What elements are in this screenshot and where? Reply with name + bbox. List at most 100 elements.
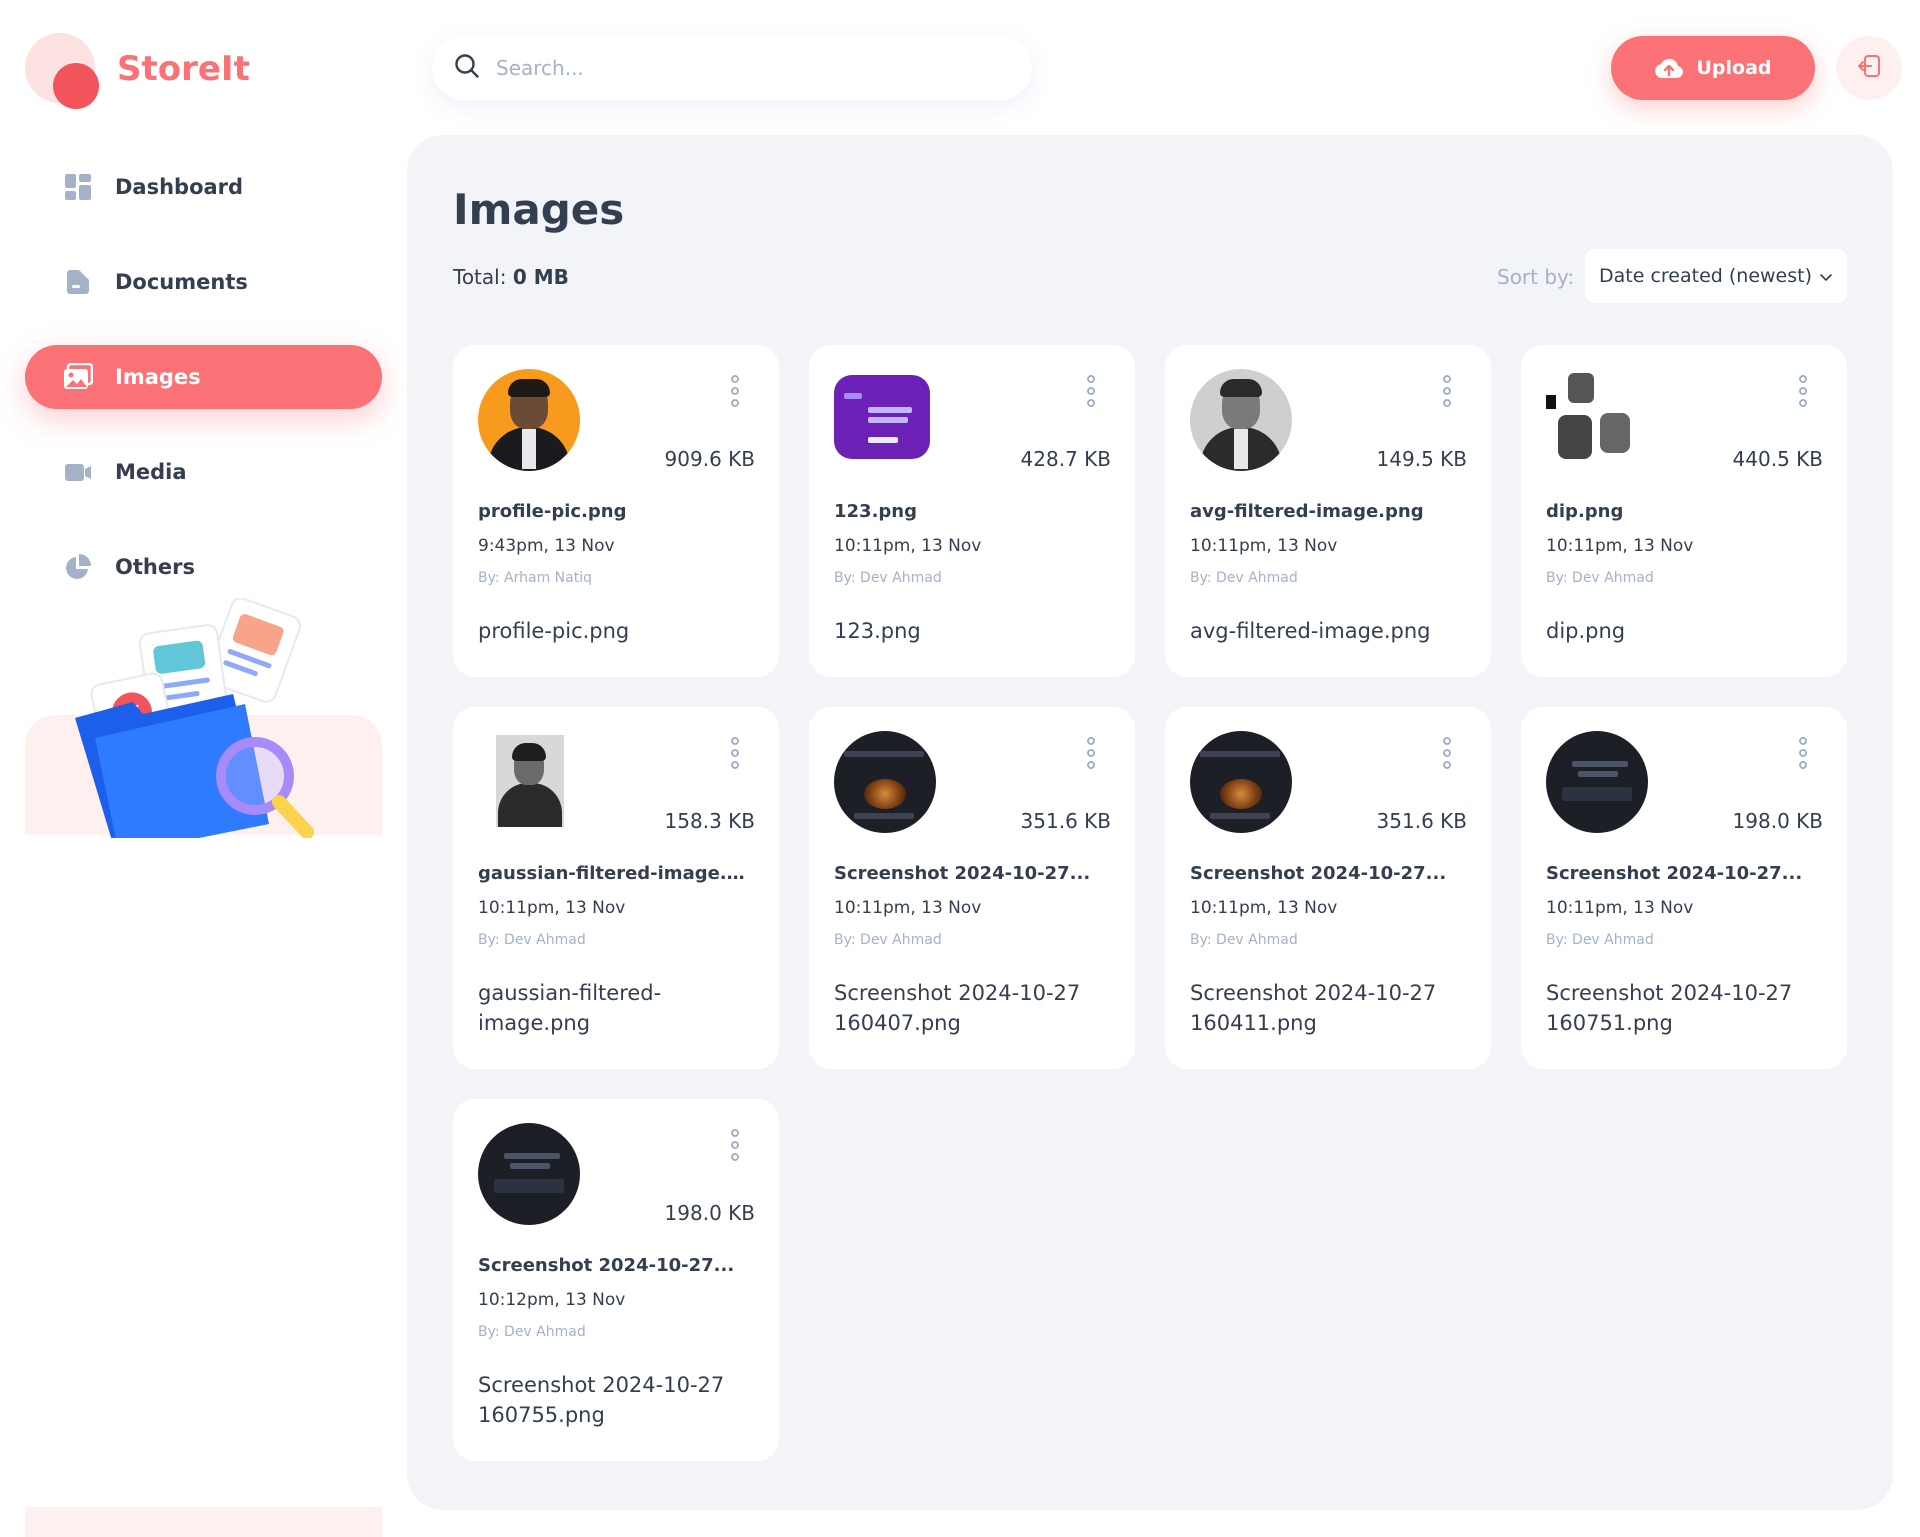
file-thumbnail: [478, 1123, 580, 1225]
file-date: 9:43pm, 13 Nov: [478, 536, 615, 556]
file-name: dip.png: [1546, 501, 1624, 522]
file-full-name: 123.png: [834, 619, 921, 643]
file-owner: By: Dev Ahmad: [1546, 570, 1654, 586]
file-owner: By: Dev Ahmad: [1190, 570, 1298, 586]
file-size: 351.6 KB: [1376, 809, 1467, 833]
file-date: 10:11pm, 13 Nov: [834, 536, 982, 556]
file-name: Screenshot 2024-10-27...: [1546, 863, 1803, 884]
cloud-upload-icon: [1654, 57, 1684, 79]
file-card[interactable]: 149.5 KB avg-filtered-image.png 10:11pm,…: [1165, 345, 1491, 677]
images-icon: [63, 362, 93, 392]
file-size: 428.7 KB: [1020, 447, 1111, 471]
file-name: Screenshot 2024-10-27...: [478, 1255, 735, 1276]
file-thumbnail: [1546, 731, 1648, 833]
page-title: Images: [453, 185, 625, 234]
sidebar-item-label: Dashboard: [115, 175, 244, 199]
file-card[interactable]: 428.7 KB 123.png 10:11pm, 13 Nov By: Dev…: [809, 345, 1135, 677]
sort-value: Date created (newest): [1599, 265, 1812, 287]
sidebar-item-media[interactable]: Media: [25, 440, 382, 504]
file-full-name: Screenshot 2024-10-27 160751.png: [1546, 981, 1793, 1035]
file-owner: By: Dev Ahmad: [834, 570, 942, 586]
more-options-icon[interactable]: [1443, 369, 1467, 407]
file-name: 123.png: [834, 501, 917, 522]
file-owner: By: Dev Ahmad: [1190, 932, 1298, 948]
sidebar-item-images[interactable]: Images: [25, 345, 382, 409]
app-name: StoreIt: [117, 49, 250, 89]
logout-icon: [1856, 53, 1882, 83]
more-options-icon[interactable]: [731, 369, 755, 407]
file-thumbnail: [1190, 731, 1292, 833]
file-size: 909.6 KB: [664, 447, 755, 471]
file-full-name: Screenshot 2024-10-27 160407.png: [834, 981, 1081, 1035]
search-input[interactable]: [496, 56, 976, 80]
file-card[interactable]: 351.6 KB Screenshot 2024-10-27... 10:11p…: [809, 707, 1135, 1069]
file-date: 10:12pm, 13 Nov: [478, 1290, 626, 1310]
file-date: 10:11pm, 13 Nov: [1546, 536, 1694, 556]
file-full-name: Screenshot 2024-10-27 160755.png: [478, 1373, 725, 1427]
file-full-name: profile-pic.png: [478, 619, 630, 643]
file-card[interactable]: 909.6 KB profile-pic.png 9:43pm, 13 Nov …: [453, 345, 779, 677]
file-thumbnail: [1546, 369, 1648, 471]
documents-icon: [63, 267, 93, 297]
more-options-icon[interactable]: [731, 731, 755, 769]
sidebar-item-label: Media: [115, 460, 187, 484]
chevron-down-icon: [1819, 265, 1833, 287]
more-options-icon[interactable]: [1799, 731, 1823, 769]
upload-button[interactable]: Upload: [1611, 36, 1815, 100]
file-full-name: dip.png: [1546, 619, 1626, 643]
more-options-icon[interactable]: [731, 1123, 755, 1161]
more-options-icon[interactable]: [1087, 731, 1111, 769]
total-value: 0 MB: [512, 265, 569, 289]
sort-dropdown[interactable]: Date created (newest): [1585, 249, 1847, 303]
sidebar-item-documents[interactable]: Documents: [25, 250, 382, 314]
search-bar[interactable]: [432, 36, 1032, 100]
file-card[interactable]: 198.0 KB Screenshot 2024-10-27... 10:11p…: [1521, 707, 1847, 1069]
logout-button[interactable]: [1836, 36, 1902, 100]
file-owner: By: Dev Ahmad: [834, 932, 942, 948]
file-owner: By: Dev Ahmad: [478, 1324, 586, 1340]
file-grid: 909.6 KB profile-pic.png 9:43pm, 13 Nov …: [453, 345, 1847, 1461]
logo-bubble-small: [53, 63, 99, 109]
file-name: profile-pic.png: [478, 501, 627, 522]
more-options-icon[interactable]: [1087, 369, 1111, 407]
file-thumbnail: [478, 369, 580, 471]
media-icon: [63, 457, 93, 487]
file-thumbnail: [478, 731, 580, 833]
more-options-icon[interactable]: [1799, 369, 1823, 407]
file-name: avg-filtered-image.png: [1190, 501, 1424, 522]
file-name: Screenshot 2024-10-27...: [1190, 863, 1447, 884]
sidebar-illustration-footer: [25, 1507, 382, 1537]
file-owner: By: Dev Ahmad: [1546, 932, 1654, 948]
file-full-name: avg-filtered-image.png: [1190, 619, 1431, 643]
sidebar-item-others[interactable]: Others: [25, 535, 382, 599]
file-card[interactable]: 440.5 KB dip.png 10:11pm, 13 Nov By: Dev…: [1521, 345, 1847, 677]
file-thumbnail: [834, 731, 936, 833]
file-size: 198.0 KB: [664, 1201, 755, 1225]
file-owner: By: Dev Ahmad: [478, 932, 586, 948]
more-options-icon[interactable]: [1443, 731, 1467, 769]
file-card[interactable]: 198.0 KB Screenshot 2024-10-27... 10:12p…: [453, 1099, 779, 1461]
file-owner: By: Arham Natiq: [478, 570, 592, 586]
file-size: 198.0 KB: [1732, 809, 1823, 833]
file-size: 149.5 KB: [1376, 447, 1467, 471]
file-date: 10:11pm, 13 Nov: [1190, 898, 1338, 918]
file-date: 10:11pm, 13 Nov: [834, 898, 982, 918]
file-card[interactable]: 158.3 KB gaussian-filtered-image.png 10:…: [453, 707, 779, 1069]
file-size: 440.5 KB: [1732, 447, 1823, 471]
file-date: 10:11pm, 13 Nov: [1546, 898, 1694, 918]
dashboard-icon: [63, 172, 93, 202]
upload-label: Upload: [1696, 57, 1772, 79]
file-name: gaussian-filtered-image.png: [478, 863, 755, 884]
app-logo[interactable]: StoreIt: [25, 33, 250, 113]
files-illustration: [75, 598, 314, 838]
main-content: Images Total: 0 MB Sort by: Date created…: [407, 135, 1893, 1510]
sidebar-item-dashboard[interactable]: Dashboard: [25, 155, 382, 219]
file-full-name: Screenshot 2024-10-27 160411.png: [1190, 981, 1437, 1035]
file-card[interactable]: 351.6 KB Screenshot 2024-10-27... 10:11p…: [1165, 707, 1491, 1069]
sidebar-item-label: Others: [115, 555, 195, 579]
file-thumbnail: [1190, 369, 1292, 471]
total-label: Total:: [453, 265, 507, 289]
file-thumbnail: [834, 375, 930, 459]
file-size: 158.3 KB: [664, 809, 755, 833]
file-name: Screenshot 2024-10-27...: [834, 863, 1091, 884]
